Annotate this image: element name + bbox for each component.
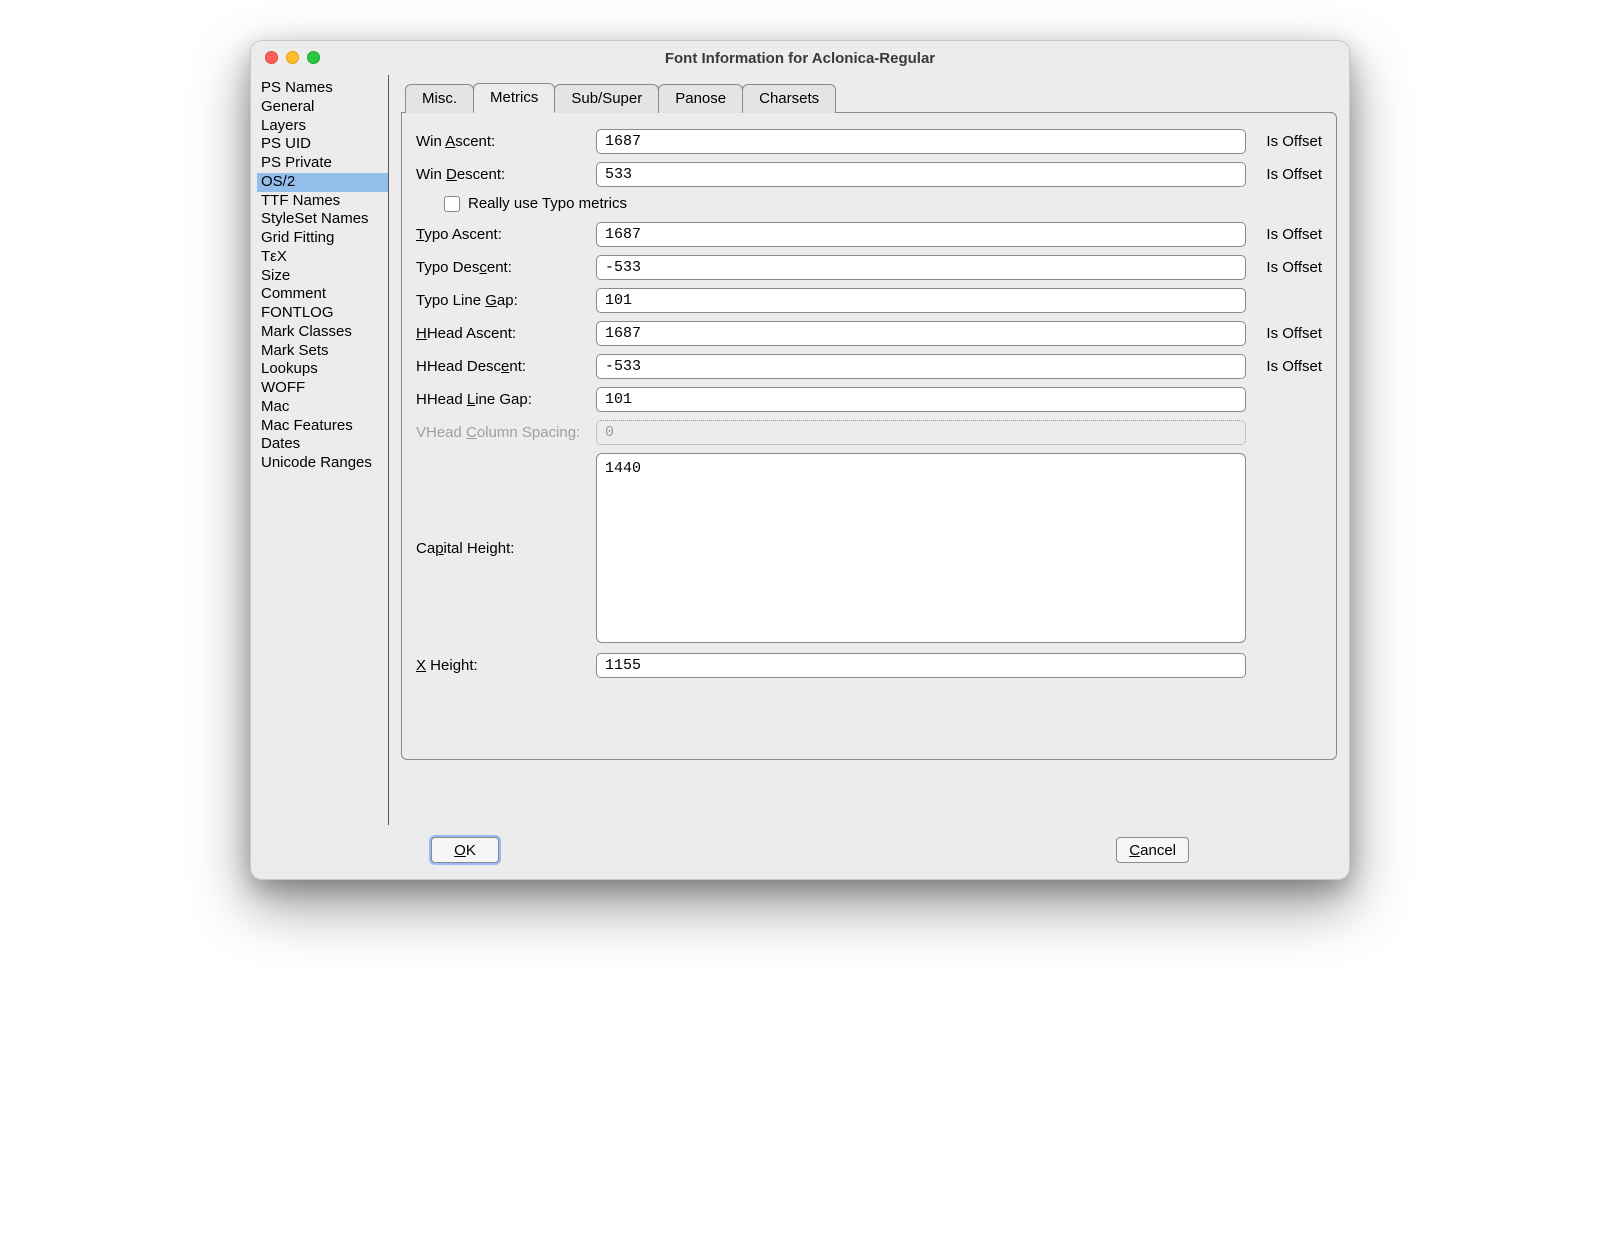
window-title: Font Information for Aclonica-Regular	[263, 50, 1337, 67]
label-win-ascent: Win Ascent:	[416, 133, 596, 150]
label-hhead-descent: HHead Descent:	[416, 358, 596, 375]
main-pane: Misc.MetricsSub/SuperPanoseCharsets Win …	[389, 75, 1349, 825]
sidebar-item-grid-fitting[interactable]: Grid Fitting	[257, 229, 388, 248]
tab-panose[interactable]: Panose	[658, 84, 743, 113]
label-vhead-col-spacing: VHead Column Spacing:	[416, 424, 596, 441]
label-hhead-ascent: HHead Ascent:	[416, 325, 596, 342]
offset-typo-ascent[interactable]: Is Offset	[1246, 226, 1322, 243]
sidebar-item-ttf-names[interactable]: TTF Names	[257, 192, 388, 211]
offset-win-ascent[interactable]: Is Offset	[1246, 133, 1322, 150]
row-hhead-line-gap: HHead Line Gap:	[416, 387, 1322, 412]
font-info-window: Font Information for Aclonica-Regular PS…	[250, 40, 1350, 880]
input-win-ascent[interactable]	[596, 129, 1246, 154]
content-area: PS NamesGeneralLayersPS UIDPS PrivateOS/…	[251, 75, 1349, 825]
input-hhead-line-gap[interactable]	[596, 387, 1246, 412]
tab-strip: Misc.MetricsSub/SuperPanoseCharsets	[405, 83, 1337, 112]
cancel-button[interactable]: Cancel	[1116, 837, 1189, 863]
input-hhead-ascent[interactable]	[596, 321, 1246, 346]
row-typo-ascent: Typo Ascent: Is Offset	[416, 222, 1322, 247]
category-sidebar: PS NamesGeneralLayersPS UIDPS PrivateOS/…	[251, 75, 389, 825]
input-win-descent[interactable]	[596, 162, 1246, 187]
row-vhead-col-spacing: VHead Column Spacing:	[416, 420, 1322, 445]
window-controls	[265, 51, 320, 64]
label-use-typo: Really use Typo metrics	[468, 195, 627, 212]
input-typo-ascent[interactable]	[596, 222, 1246, 247]
offset-typo-descent[interactable]: Is Offset	[1246, 259, 1322, 276]
label-win-descent: Win Descent:	[416, 166, 596, 183]
sidebar-item-ps-names[interactable]: PS Names	[257, 79, 388, 98]
input-typo-descent[interactable]	[596, 255, 1246, 280]
button-bar: OK Cancel	[251, 825, 1349, 879]
sidebar-item-woff[interactable]: WOFF	[257, 379, 388, 398]
sidebar-item-lookups[interactable]: Lookups	[257, 360, 388, 379]
sidebar-item-ps-uid[interactable]: PS UID	[257, 135, 388, 154]
metrics-panel: Win Ascent: Is Offset Win Descent: Is Of…	[401, 112, 1337, 760]
sidebar-item-mac[interactable]: Mac	[257, 398, 388, 417]
close-icon[interactable]	[265, 51, 278, 64]
sidebar-item-ps-private[interactable]: PS Private	[257, 154, 388, 173]
row-hhead-ascent: HHead Ascent: Is Offset	[416, 321, 1322, 346]
row-capital-height: Capital Height: 1440	[416, 453, 1322, 643]
input-x-height[interactable]	[596, 653, 1246, 678]
sidebar-item-fontlog[interactable]: FONTLOG	[257, 304, 388, 323]
sidebar-item-unicode-ranges[interactable]: Unicode Ranges	[257, 454, 388, 473]
row-use-typo[interactable]: Really use Typo metrics	[444, 195, 1322, 212]
sidebar-item-styleset-names[interactable]: StyleSet Names	[257, 210, 388, 229]
row-hhead-descent: HHead Descent: Is Offset	[416, 354, 1322, 379]
sidebar-item-os-2[interactable]: OS/2	[257, 173, 388, 192]
tab-metrics[interactable]: Metrics	[473, 83, 555, 113]
row-x-height: X Height:	[416, 653, 1322, 678]
offset-hhead-descent[interactable]: Is Offset	[1246, 358, 1322, 375]
sidebar-item-comment[interactable]: Comment	[257, 285, 388, 304]
sidebar-item-mark-sets[interactable]: Mark Sets	[257, 342, 388, 361]
checkbox-use-typo[interactable]	[444, 196, 460, 212]
sidebar-item-mac-features[interactable]: Mac Features	[257, 417, 388, 436]
label-capital-height: Capital Height:	[416, 540, 596, 557]
minimize-icon[interactable]	[286, 51, 299, 64]
sidebar-item-mark-classes[interactable]: Mark Classes	[257, 323, 388, 342]
tab-charsets[interactable]: Charsets	[742, 84, 836, 113]
row-win-ascent: Win Ascent: Is Offset	[416, 129, 1322, 154]
sidebar-item-t-x[interactable]: TεX	[257, 248, 388, 267]
ok-button[interactable]: OK	[431, 837, 499, 863]
input-capital-height[interactable]: 1440	[596, 453, 1246, 643]
row-typo-line-gap: Typo Line Gap:	[416, 288, 1322, 313]
label-x-height: X Height:	[416, 657, 596, 674]
titlebar: Font Information for Aclonica-Regular	[251, 41, 1349, 75]
tab-sub-super[interactable]: Sub/Super	[554, 84, 659, 113]
input-vhead-col-spacing	[596, 420, 1246, 445]
label-typo-ascent: Typo Ascent:	[416, 226, 596, 243]
offset-win-descent[interactable]: Is Offset	[1246, 166, 1322, 183]
sidebar-item-size[interactable]: Size	[257, 267, 388, 286]
sidebar-item-general[interactable]: General	[257, 98, 388, 117]
input-typo-line-gap[interactable]	[596, 288, 1246, 313]
row-typo-descent: Typo Descent: Is Offset	[416, 255, 1322, 280]
label-typo-descent: Typo Descent:	[416, 259, 596, 276]
tab-misc-[interactable]: Misc.	[405, 84, 474, 113]
input-hhead-descent[interactable]	[596, 354, 1246, 379]
offset-hhead-ascent[interactable]: Is Offset	[1246, 325, 1322, 342]
label-typo-line-gap: Typo Line Gap:	[416, 292, 596, 309]
label-hhead-line-gap: HHead Line Gap:	[416, 391, 596, 408]
zoom-icon[interactable]	[307, 51, 320, 64]
row-win-descent: Win Descent: Is Offset	[416, 162, 1322, 187]
sidebar-item-layers[interactable]: Layers	[257, 117, 388, 136]
sidebar-item-dates[interactable]: Dates	[257, 435, 388, 454]
